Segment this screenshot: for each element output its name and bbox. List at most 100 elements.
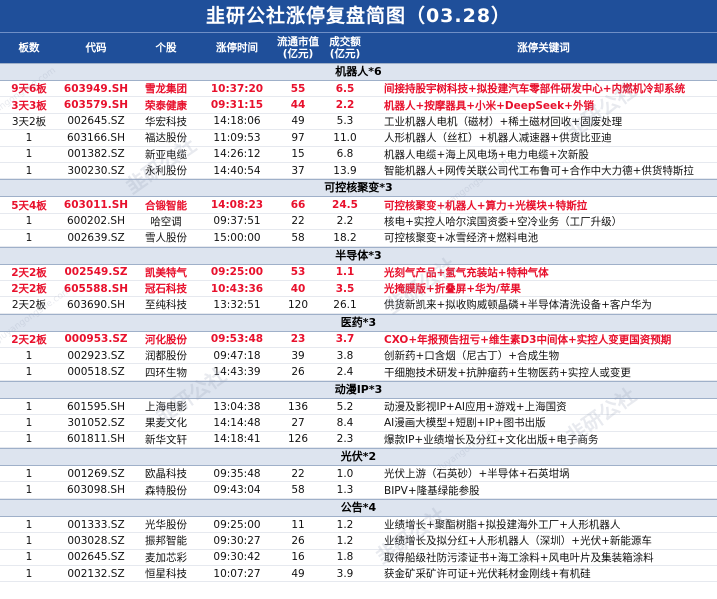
sector-header: 机器人*6 [0,63,717,81]
board-count-cell: 1 [25,484,33,497]
board-count-cell: 2天2板 [11,266,47,279]
turnover-cell: 11.0 [333,131,357,144]
stock-name-cell: 至纯科技 [145,299,187,312]
limit-up-time-cell: 14:14:48 [213,416,261,429]
limit-up-time-cell: 09:43:04 [213,484,261,497]
turnover-cell: 1.2 [336,534,354,547]
turnover-cell: 3.8 [336,349,354,362]
board-count-cell: 1 [25,215,33,228]
market-cap-cell: 136 [287,400,309,413]
keywords-cell: 可控核聚变+机器人+算力+光模块+特斯拉 [384,199,588,212]
keywords-cell: 光掩膜版+折叠屏+华为/苹果 [384,283,521,296]
table-row: 1 000518.SZ 四环生物 14:43:39 26 2.4 干细胞技术研发+抗肿瘤药+… [0,364,717,381]
stock-name-cell: 振邦智能 [145,535,187,548]
stock-name-cell: 森特股份 [145,484,187,497]
table-row: 1 002645.SZ 麦加芯彩 09:30:42 16 1.8 取得船级社防污漆证书+海工… [0,550,717,566]
stock-code-cell: 002639.SZ [67,231,125,244]
market-cap-cell: 55 [290,82,306,95]
stock-name-cell: 荣泰健康 [145,99,187,112]
sector-header: 公告*4 [0,498,717,517]
table-row: 1 300230.SZ 永利股份 14:40:54 37 13.9 智能机器人+网传关联公司… [0,163,717,180]
keywords-cell: 取得船级社防污漆证书+海工涂料+风电叶片及集装箱涂料 [384,551,654,564]
stock-name-cell: 新华文轩 [145,433,187,446]
market-cap-cell: 15 [291,148,305,161]
table-row: 3天3板 603579.SH 荣泰健康 09:31:15 44 2.2 机器人+按摩器具+小… [0,97,717,114]
table-row: 1 601595.SH 上海电影 13:04:38 136 5.2 动漫及影视IP+AI应用… [0,399,717,416]
stock-name-cell: 华宏科技 [145,115,187,128]
turnover-cell: 8.4 [336,416,354,429]
header-stock: 个股 [155,42,177,54]
market-cap-cell: 44 [290,99,306,112]
board-count-cell: 1 [25,164,33,177]
table-row: 1 603166.SH 福达股份 11:09:53 97 11.0 人形机器人（丝杠）+机器… [0,130,717,147]
stock-name-cell: 凯美特气 [145,266,187,279]
table-row: 3天2板 002645.SZ 华宏科技 14:18:06 49 5.3 工业机器人电机（磁材… [0,114,717,131]
keywords-cell: 机器人+按摩器具+小米+DeepSeek+外销 [384,99,594,112]
turnover-cell: 1.1 [335,266,355,279]
stock-name-cell: 润都股份 [145,350,187,363]
stock-name-cell: 福达股份 [145,132,187,145]
market-cap-cell: 39 [291,349,305,362]
table-row: 2天2板 605588.SH 冠石科技 10:43:36 40 3.5 光掩膜版+折叠屏+华… [0,281,717,298]
stock-code-cell: 603690.SH [67,298,125,311]
stock-code-cell: 001382.SZ [67,148,125,161]
market-cap-cell: 126 [287,433,309,446]
market-cap-cell: 40 [290,282,306,295]
board-count-cell: 1 [25,567,33,580]
stock-code-cell: 000518.SZ [67,366,125,379]
stock-code-cell: 002132.SZ [67,567,125,580]
market-cap-cell: 16 [291,551,305,564]
header-code: 代码 [85,42,107,54]
table-row: 2天2板 603690.SH 至纯科技 13:32:51 120 26.1 供货新凯来+拟收… [0,297,717,314]
board-count-cell: 1 [25,349,33,362]
stock-code-cell: 002923.SZ [67,349,125,362]
stock-name-cell: 麦加芯彩 [145,551,187,564]
market-cap-cell: 26 [291,366,305,379]
keywords-cell: 人形机器人（丝杠）+机器人减速器+供货比亚迪 [384,132,612,145]
table-row: 2天2板 002549.SZ 凯美特气 09:25:00 53 1.1 光刻气产品+氢气充装… [0,265,717,281]
keywords-cell: BIPV+隆基绿能参股 [384,484,480,497]
stock-name-cell: 上海电影 [145,401,187,414]
turnover-cell: 3.9 [336,567,354,580]
stock-name-cell: 果麦文化 [145,417,187,430]
stock-name-cell: 欧晶科技 [145,468,187,481]
market-cap-cell: 49 [291,567,305,580]
table-row: 2天2板 000953.SZ 河化股份 09:53:48 23 3.7 CXO+年报预告扭亏… [0,332,717,349]
limit-up-time-cell: 11:09:53 [213,131,261,144]
turnover-cell: 18.2 [333,231,357,244]
table-row: 1 600202.SH 哈空调 09:37:51 22 2.2 核电+实控人哈尔滨国资委+空… [0,214,717,231]
stock-code-cell: 601595.SH [67,400,125,413]
limit-up-time-cell: 13:04:38 [213,400,261,413]
board-count-cell: 1 [25,467,33,480]
board-count-cell: 1 [25,551,33,564]
keywords-cell: 光伏上游（石英砂）+半导体+石英坩埚 [384,468,570,481]
stock-code-cell: 001269.SZ [67,467,125,480]
stock-name-cell: 哈空调 [150,215,182,228]
limit-up-time-cell: 14:18:41 [213,433,261,446]
market-cap-cell: 26 [291,534,305,547]
keywords-cell: 工业机器人电机（磁材）+稀土磁材回收+固废处理 [384,115,623,128]
table-row: 1 003028.SZ 振邦智能 09:30:27 26 1.2 业绩增长及拟分红+人形机器… [0,533,717,550]
market-cap-cell: 22 [291,215,305,228]
stock-name-cell: 雪龙集团 [145,83,187,96]
stock-name-cell: 雪人股份 [145,232,187,245]
turnover-cell: 26.1 [333,298,357,311]
board-count-cell: 1 [25,400,33,413]
stock-code-cell: 603579.SH [63,99,129,112]
turnover-cell: 3.5 [335,282,355,295]
turnover-cell: 6.8 [336,148,354,161]
turnover-cell: 1.0 [336,467,354,480]
stock-code-cell: 601811.SH [67,433,125,446]
market-cap-cell: 27 [291,416,305,429]
keywords-cell: 间接持股宇树科技+拟投建汽车零部件研发中心+内燃机冷却系统 [384,83,686,96]
keywords-cell: 核电+实控人哈尔滨国资委+空冷业务（工厂升级） [384,215,623,228]
keywords-cell: 获金矿采矿许可证+光伏耗材金刚线+有机硅 [384,568,591,581]
stock-code-cell: 605588.SH [63,282,129,295]
stock-code-cell: 000953.SZ [64,333,128,346]
stock-name-cell: 河化股份 [145,333,187,346]
stock-code-cell: 603098.SH [67,484,125,497]
keywords-cell: 机器人电缆+海上风电场+电力电缆+次新股 [384,148,589,161]
turnover-cell: 1.8 [336,551,354,564]
table-row: 1 001382.SZ 新亚电缆 14:26:12 15 6.8 机器人电缆+海上风电场+电… [0,147,717,163]
keywords-cell: 光刻气产品+氢气充装站+特种气体 [384,266,549,279]
